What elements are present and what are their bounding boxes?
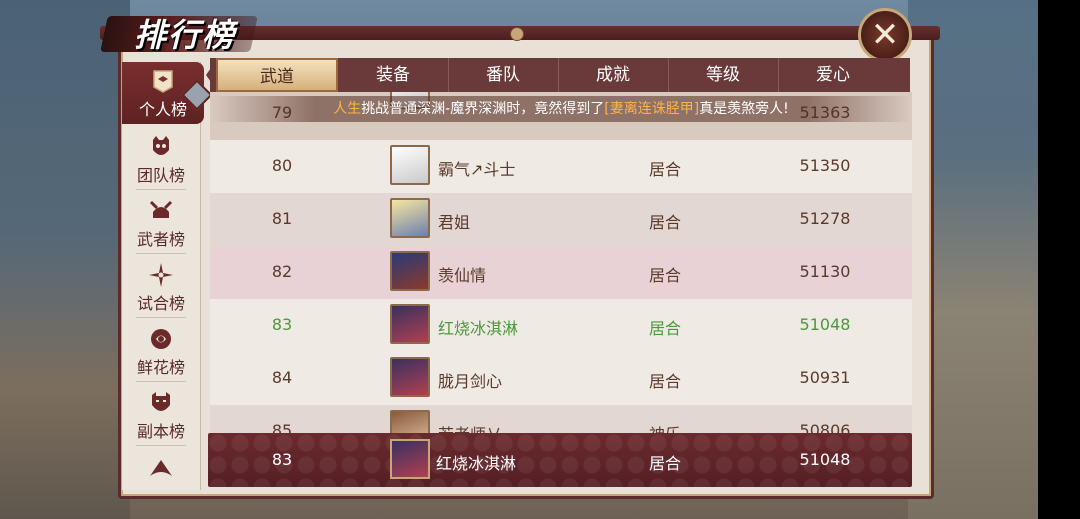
divider <box>136 445 186 446</box>
title-banner: 排行榜 <box>100 4 264 56</box>
demon-mask-icon <box>152 392 170 411</box>
table-row[interactable]: 81 君姐 居合 51278 <box>210 193 912 246</box>
table-row[interactable]: 82 羡仙情 居合 51130 <box>210 246 912 299</box>
rank-cell: 84 <box>271 368 293 387</box>
avatar <box>390 251 430 291</box>
divider <box>136 189 186 190</box>
ranking-list[interactable]: 79 51363 80 霸气↗斗士 居合 51350 81 君姐 居合 5127… <box>210 92 912 488</box>
class-cell: 居合 <box>648 160 681 179</box>
avatar <box>390 357 430 397</box>
name-cell: 胧月剑心 <box>438 372 503 391</box>
rose-icon <box>151 329 171 349</box>
ticker-item: [妻离连诛胫甲] <box>604 101 700 117</box>
ticker-text-end: 真是羡煞旁人! <box>699 101 789 117</box>
tab-level[interactable]: 等级 <box>668 58 779 92</box>
sidebar-item-flower[interactable]: 鲜花榜 <box>122 320 200 382</box>
class-cell: 居合 <box>648 454 681 473</box>
avatar <box>390 145 430 185</box>
score-cell: 51048 <box>799 450 851 469</box>
tab-squad[interactable]: 番队 <box>448 58 559 92</box>
sidebar-item-label: 试合榜 <box>136 294 185 313</box>
table-row[interactable]: 84 胧月剑心 居合 50931 <box>210 352 912 405</box>
sidebar: 个人榜 团队榜 武者榜 试合榜 鲜花榜 副本榜 <box>122 62 204 490</box>
divider <box>136 381 186 382</box>
my-rank-row[interactable]: 83 红烧冰淇淋 居合 51048 <box>208 433 912 487</box>
class-cell: 居合 <box>648 372 681 391</box>
tab-wudao[interactable]: 武道 <box>216 58 338 92</box>
background-left <box>0 0 130 519</box>
tab-achievement[interactable]: 成就 <box>558 58 669 92</box>
tab-love[interactable]: 爱心 <box>778 58 888 92</box>
announcement-ticker: 人生挑战普通深渊-魔界深渊时，竟然得到了[妻离连诛胫甲]真是羡煞旁人! <box>210 96 912 122</box>
sidebar-item-label: 武者榜 <box>136 230 185 249</box>
score-cell: 51278 <box>799 209 851 228</box>
name-cell: 红烧冰淇淋 <box>438 319 519 338</box>
table-row-self[interactable]: 83 红烧冰淇淋 居合 51048 <box>210 299 912 352</box>
score-cell: 51350 <box>799 156 851 175</box>
sidebar-item-label: 团队榜 <box>136 166 185 185</box>
avatar <box>390 439 430 479</box>
rank-cell: 83 <box>271 450 293 469</box>
name-cell: 君姐 <box>438 213 471 232</box>
score-cell: 51048 <box>799 315 851 334</box>
close-icon: ✕ <box>870 15 900 55</box>
oni-mask-icon <box>153 136 169 155</box>
ticker-text: 挑战普通深渊-魔界深渊时，竟然得到了 <box>361 101 605 117</box>
sidebar-item-more[interactable] <box>122 448 200 488</box>
sidebar-item-match[interactable]: 试合榜 <box>122 256 200 318</box>
avatar <box>390 198 430 238</box>
rank-cell: 81 <box>271 209 293 228</box>
avatar <box>390 304 430 344</box>
tab-bar: 武道 装备 番队 成就 等级 爱心 <box>210 58 910 92</box>
rank-cell: 80 <box>271 156 293 175</box>
sidebar-item-label: 副本榜 <box>136 422 185 441</box>
class-cell: 居合 <box>648 266 681 285</box>
sidebar-item-team[interactable]: 团队榜 <box>122 128 200 190</box>
name-cell: 红烧冰淇淋 <box>436 454 517 473</box>
sidebar-item-warrior[interactable]: 武者榜 <box>122 192 200 254</box>
samurai-helmet-icon <box>149 200 173 218</box>
sidebar-item-label: 鲜花榜 <box>136 358 185 377</box>
page-title: 排行榜 <box>134 16 237 54</box>
ticker-player: 人生 <box>333 101 362 117</box>
individual-rank-icon <box>153 70 173 93</box>
shuriken-icon <box>149 263 173 287</box>
rank-cell: 82 <box>271 262 293 281</box>
fan-icon <box>150 460 172 476</box>
close-button[interactable]: ✕ <box>858 8 912 62</box>
score-cell: 50931 <box>799 368 851 387</box>
score-cell: 51130 <box>799 262 851 281</box>
class-cell: 居合 <box>648 319 681 338</box>
sidebar-item-dungeon[interactable]: 副本榜 <box>122 384 200 446</box>
name-cell: 羡仙情 <box>438 266 487 285</box>
screen-edge-bar <box>1038 0 1080 519</box>
rank-cell: 83 <box>271 315 293 334</box>
table-row[interactable]: 80 霸气↗斗士 居合 51350 <box>210 140 912 193</box>
class-cell: 居合 <box>648 213 681 232</box>
tab-equipment[interactable]: 装备 <box>338 58 449 92</box>
ornament-icon <box>510 27 524 41</box>
name-cell: 霸气↗斗士 <box>438 160 516 179</box>
divider <box>136 317 186 318</box>
divider <box>136 253 186 254</box>
